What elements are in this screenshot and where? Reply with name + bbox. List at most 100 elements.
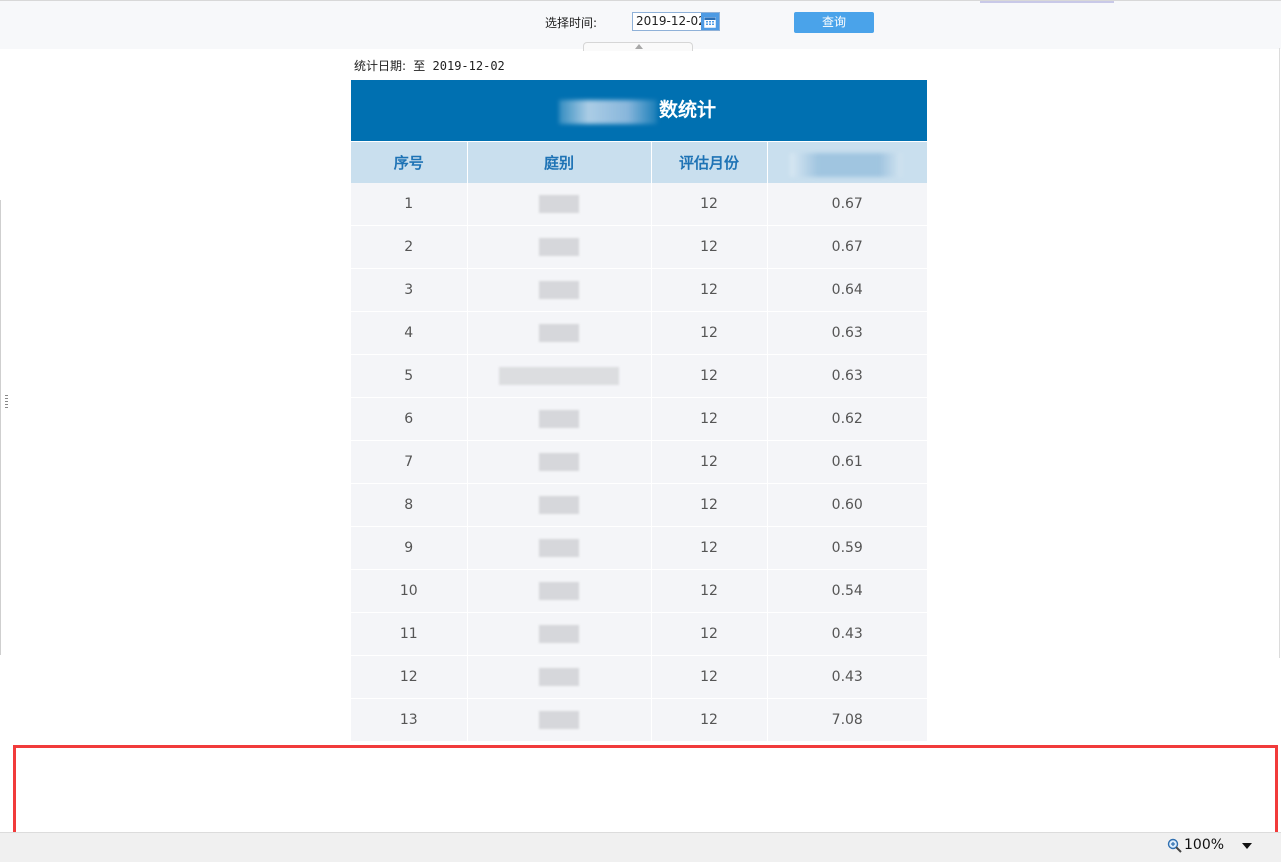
row-value: 0.60	[767, 483, 927, 527]
column-header-court: 庭别	[467, 141, 652, 183]
row-value: 0.63	[767, 354, 927, 398]
table-header-row: 序号 庭别 评估月份	[351, 141, 927, 183]
row-index: 6	[351, 397, 468, 441]
redacted-court-name	[539, 281, 579, 299]
row-month: 12	[651, 526, 768, 570]
table-row: 2 12 0.67	[351, 225, 927, 269]
row-month: 12	[651, 397, 768, 441]
table-row: 10 12 0.54	[351, 569, 927, 613]
row-value: 0.43	[767, 655, 927, 699]
redacted-header	[789, 153, 902, 177]
redacted-court-name	[539, 668, 579, 686]
row-month: 12	[651, 698, 768, 742]
row-court-redacted	[467, 354, 652, 398]
table-row: 11 12 0.43	[351, 612, 927, 656]
table-row: 13 12 7.08	[351, 698, 927, 742]
chevron-down-icon[interactable]	[1242, 843, 1252, 849]
redacted-court-name	[539, 539, 579, 557]
magnifier-zoom-icon[interactable]	[1167, 838, 1183, 854]
row-month: 12	[651, 354, 768, 398]
date-input[interactable]: 2019-12-02	[632, 12, 720, 31]
row-value: 0.59	[767, 526, 927, 570]
row-month: 12	[651, 655, 768, 699]
row-index: 4	[351, 311, 468, 355]
row-index: 3	[351, 268, 468, 312]
row-court-redacted	[467, 268, 652, 312]
toolbar-accent-line	[980, 1, 1114, 3]
row-month: 12	[651, 183, 768, 226]
table-row: 1 12 0.67	[351, 183, 927, 226]
row-value: 0.67	[767, 225, 927, 269]
row-value: 0.63	[767, 311, 927, 355]
row-index: 12	[351, 655, 468, 699]
row-value: 0.54	[767, 569, 927, 613]
redacted-court-name	[539, 195, 579, 213]
row-index: 5	[351, 354, 468, 398]
row-court-redacted	[467, 183, 652, 226]
row-index: 7	[351, 440, 468, 484]
report-title: 数统计	[351, 80, 927, 141]
row-index: 8	[351, 483, 468, 527]
row-month: 12	[651, 612, 768, 656]
right-border	[1279, 48, 1280, 658]
row-index: 1	[351, 183, 468, 226]
redacted-court-name	[539, 625, 579, 643]
redacted-court-name	[539, 238, 579, 256]
date-input-value: 2019-12-02	[636, 14, 706, 28]
row-month: 12	[651, 225, 768, 269]
table-row: 9 12 0.59	[351, 526, 927, 570]
status-bar	[0, 832, 1281, 862]
row-court-redacted	[467, 483, 652, 527]
calendar-icon[interactable]	[701, 13, 719, 30]
row-value: 0.64	[767, 268, 927, 312]
row-court-redacted	[467, 698, 652, 742]
row-index: 13	[351, 698, 468, 742]
report-title-text: 数统计	[659, 99, 717, 121]
row-court-redacted	[467, 612, 652, 656]
row-value: 7.08	[767, 698, 927, 742]
resize-grip-icon[interactable]	[5, 395, 8, 409]
row-index: 10	[351, 569, 468, 613]
table-row: 4 12 0.63	[351, 311, 927, 355]
redacted-court-name	[539, 711, 579, 729]
column-header-month: 评估月份	[651, 141, 768, 183]
redacted-court-name	[499, 367, 619, 385]
table-row: 6 12 0.62	[351, 397, 927, 441]
row-month: 12	[651, 268, 768, 312]
collapse-up-icon	[635, 44, 643, 49]
column-header-index: 序号	[351, 141, 468, 183]
table-row: 7 12 0.61	[351, 440, 927, 484]
redacted-court-name	[539, 324, 579, 342]
column-header-redacted	[767, 141, 927, 183]
left-border	[0, 200, 1, 655]
row-value: 0.62	[767, 397, 927, 441]
table-row: 5 12 0.63	[351, 354, 927, 398]
redacted-court-name	[539, 410, 579, 428]
row-value: 0.43	[767, 612, 927, 656]
row-court-redacted	[467, 311, 652, 355]
query-button[interactable]: 查询	[794, 12, 874, 33]
row-court-redacted	[467, 397, 652, 441]
row-court-redacted	[467, 655, 652, 699]
zoom-level[interactable]: 100%	[1184, 837, 1224, 853]
statistics-table: 序号 庭别 评估月份 1 12 0.67 2 12 0.67 3 12 0.64 4 12 0.63 5…	[351, 141, 927, 742]
row-value: 0.61	[767, 440, 927, 484]
collapse-toolbar-toggle[interactable]	[583, 42, 693, 51]
redacted-court-name	[539, 582, 579, 600]
table-row: 8 12 0.60	[351, 483, 927, 527]
row-court-redacted	[467, 225, 652, 269]
row-month: 12	[651, 483, 768, 527]
redacted-court-name	[539, 496, 579, 514]
row-month: 12	[651, 440, 768, 484]
row-index: 9	[351, 526, 468, 570]
row-court-redacted	[467, 569, 652, 613]
row-index: 2	[351, 225, 468, 269]
row-value: 0.67	[767, 183, 927, 226]
statistics-report: 数统计 序号 庭别 评估月份 1 12 0.67 2 12 0.67 3 12 0.64 4 12 0…	[351, 80, 927, 742]
select-time-label: 选择时间:	[545, 16, 598, 30]
statistics-date-label: 统计日期:	[354, 59, 407, 73]
row-court-redacted	[467, 526, 652, 570]
statistics-date-value: 2019-12-02	[432, 59, 505, 73]
statistics-date: 统计日期: 至 2019-12-02	[354, 57, 505, 74]
row-month: 12	[651, 311, 768, 355]
